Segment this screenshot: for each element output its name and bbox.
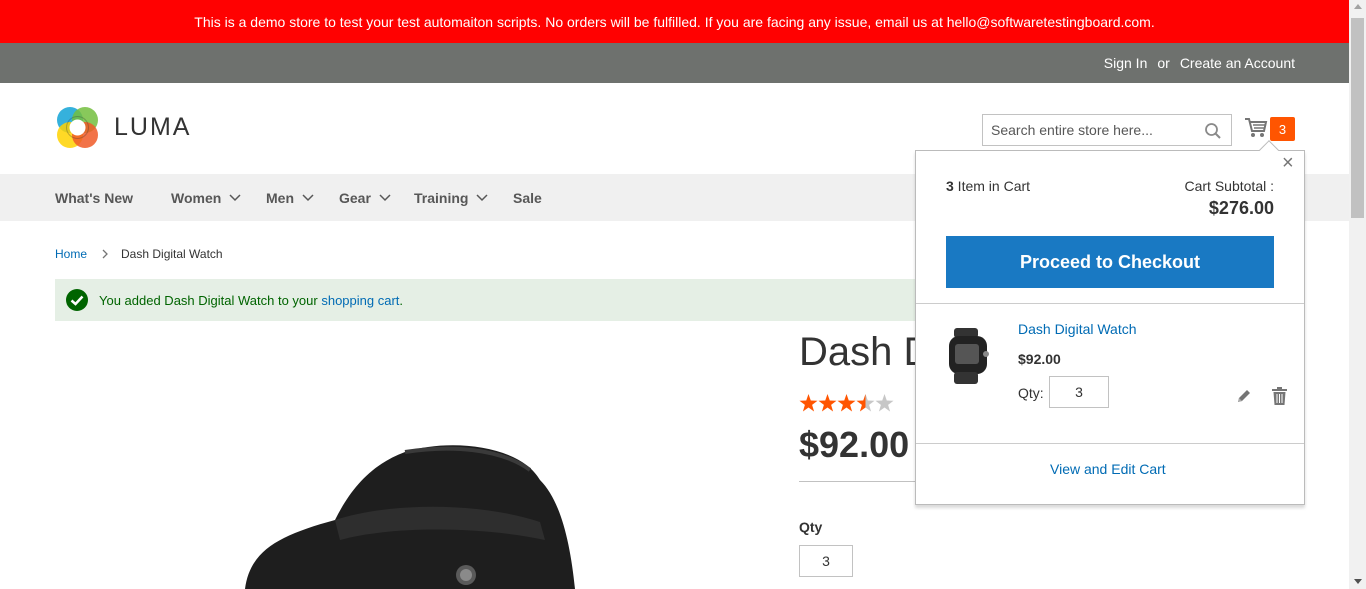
nav-item-label: Gear xyxy=(339,189,371,206)
nav-item-label: Training xyxy=(414,189,469,206)
luma-logo-icon xyxy=(57,107,98,148)
minicart-qty-label: Qty: xyxy=(1018,385,1044,401)
logo-text: LUMA xyxy=(114,113,192,141)
nav-item-sale[interactable]: Sale xyxy=(513,174,542,221)
minicart-qty-input[interactable] xyxy=(1049,376,1109,408)
qty-label: Qty xyxy=(799,519,823,535)
divider xyxy=(916,443,1304,444)
demo-banner-text: This is a demo store to test your test a… xyxy=(194,13,1155,30)
create-account-link[interactable]: Create an Account xyxy=(1180,55,1295,71)
chevron-down-icon xyxy=(379,193,391,201)
nav-item-label: What's New xyxy=(55,189,134,206)
success-message: You added Dash Digital Watch to your sho… xyxy=(55,279,955,321)
page-scrollbar[interactable] xyxy=(1349,0,1366,589)
nav-item-gear[interactable]: Gear xyxy=(339,174,391,221)
scroll-down-arrow[interactable] xyxy=(1354,579,1362,584)
chevron-right-icon xyxy=(102,249,108,259)
close-icon[interactable]: × xyxy=(1282,153,1294,173)
minicart-item-name-link[interactable]: Dash Digital Watch xyxy=(1018,321,1137,337)
header-links: Sign In or Create an Account xyxy=(1104,43,1295,83)
checkmark-circle-icon xyxy=(66,289,88,311)
nav-item-men[interactable]: Men xyxy=(266,174,314,221)
minicart-item-price: $92.00 xyxy=(1018,351,1061,367)
trash-icon[interactable] xyxy=(1272,387,1287,410)
nav-item-label: Women xyxy=(171,189,222,206)
breadcrumb-home-link[interactable]: Home xyxy=(55,247,87,261)
sign-in-link[interactable]: Sign In xyxy=(1104,55,1148,71)
cart-count-badge[interactable]: 3 xyxy=(1270,117,1295,141)
chevron-down-icon xyxy=(229,193,241,201)
header-or-text: or xyxy=(1157,55,1170,71)
nav-item-label: Men xyxy=(266,189,294,206)
nav-item-training[interactable]: Training xyxy=(414,174,488,221)
proceed-to-checkout-button[interactable]: Proceed to Checkout xyxy=(946,236,1274,288)
demo-store-banner: This is a demo store to test your test a… xyxy=(0,0,1349,43)
search-icon[interactable] xyxy=(1204,122,1222,145)
breadcrumb: Home Dash Digital Watch xyxy=(55,247,223,261)
minicart-count-number: 3 xyxy=(946,178,954,194)
divider xyxy=(799,481,917,482)
success-message-text: You added Dash Digital Watch to your xyxy=(99,292,322,308)
cart-icon[interactable] xyxy=(1244,117,1268,144)
product-image[interactable] xyxy=(240,440,600,589)
product-title: Dash Digital Watch xyxy=(799,330,917,374)
divider xyxy=(916,303,1304,304)
star-full-icon xyxy=(799,394,818,412)
product-price: $92.00 xyxy=(799,424,910,465)
cart-subtotal-label: Cart Subtotal : xyxy=(1184,178,1275,194)
chevron-down-icon xyxy=(476,193,488,201)
shopping-cart-link[interactable]: shopping cart xyxy=(321,293,399,308)
cart-subtotal-value: $276.00 xyxy=(1208,198,1274,218)
nav-item-label: Sale xyxy=(513,189,542,206)
pencil-icon[interactable] xyxy=(1236,388,1252,409)
view-and-edit-cart-link[interactable]: View and Edit Cart xyxy=(1050,461,1166,477)
success-message-suffix: . xyxy=(399,292,404,308)
search-input[interactable] xyxy=(983,115,1193,145)
nav-item-whats-new[interactable]: What's New xyxy=(55,174,133,221)
minicart-item-thumbnail[interactable] xyxy=(946,328,990,389)
minicart-items-count: 3 Item in Cart xyxy=(946,178,1030,194)
scroll-up-arrow[interactable] xyxy=(1354,4,1362,9)
search-box xyxy=(982,114,1232,146)
luma-logo[interactable]: LUMA xyxy=(55,105,191,150)
breadcrumb-current: Dash Digital Watch xyxy=(121,247,223,261)
star-full-icon xyxy=(837,394,856,412)
star-full-icon xyxy=(818,394,837,412)
star-half-icon xyxy=(856,394,875,412)
scroll-thumb[interactable] xyxy=(1351,18,1364,218)
star-empty-icon xyxy=(875,394,894,412)
chevron-down-icon xyxy=(302,193,314,201)
top-header-bar: Sign In or Create an Account xyxy=(0,43,1349,83)
nav-item-women[interactable]: Women xyxy=(171,174,241,221)
minicart-count-suffix: Item in Cart xyxy=(953,178,1031,194)
qty-input[interactable] xyxy=(799,545,853,577)
product-rating[interactable] xyxy=(799,394,894,412)
